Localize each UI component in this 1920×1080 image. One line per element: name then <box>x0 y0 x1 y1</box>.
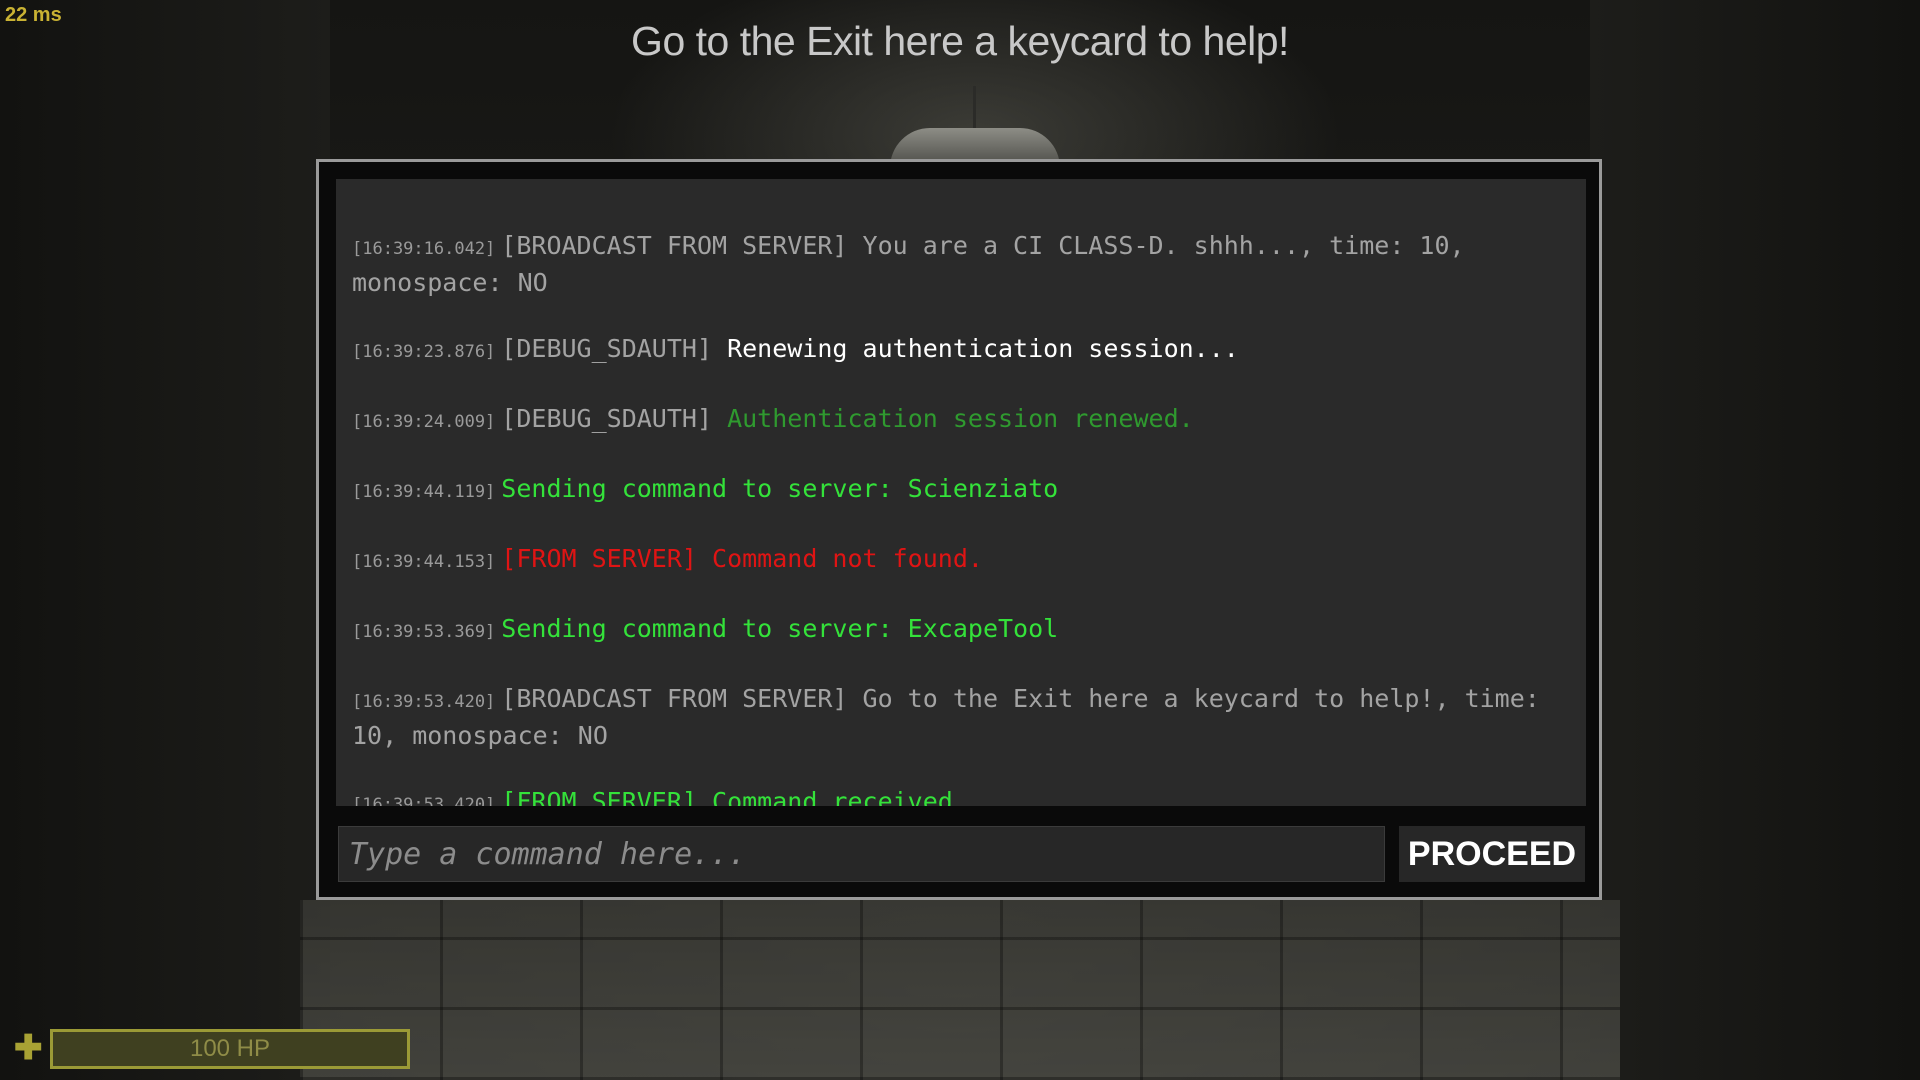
lamp-cord <box>973 86 976 130</box>
log-timestamp: [16:39:53.369] <box>352 622 496 642</box>
health-label: 100 HP <box>189 1035 271 1062</box>
health-bar: 100 HP <box>50 1029 410 1069</box>
log-timestamp: [16:39:23.876] <box>352 342 496 362</box>
console-log-line: [16:39:16.042] [BROADCAST FROM SERVER] Yo… <box>352 229 1570 299</box>
tiled-floor <box>300 900 1620 1080</box>
remote-admin-console: [16:39:16.042] [BROADCAST FROM SERVER] Yo… <box>316 159 1602 900</box>
console-log-line: [16:39:44.119] Sending command to server:… <box>352 472 1570 509</box>
console-log-line: [16:39:24.009] [DEBUG_SDAUTH] Authenticat… <box>352 402 1570 439</box>
console-log-line: [16:39:44.153] [FROM SERVER] Command not … <box>352 542 1570 579</box>
console-log-line: [16:39:23.876] [DEBUG_SDAUTH] Renewing au… <box>352 332 1570 369</box>
log-message: [FROM SERVER] Command not found. <box>501 544 983 573</box>
log-message: [BROADCAST FROM SERVER] You are a CI CLA… <box>352 231 1465 297</box>
log-timestamp: [16:39:53.420] <box>352 795 496 806</box>
log-timestamp: [16:39:16.042] <box>352 239 496 259</box>
log-message: Renewing authentication session... <box>727 334 1239 363</box>
broadcast-message: Go to the Exit here a keycard to help! <box>631 18 1289 64</box>
log-message: [DEBUG_SDAUTH] <box>501 334 728 363</box>
console-log[interactable]: [16:39:16.042] [BROADCAST FROM SERVER] Yo… <box>336 179 1586 806</box>
log-timestamp: [16:39:44.153] <box>352 552 496 572</box>
log-message: [FROM SERVER] Command received. <box>501 787 968 806</box>
log-timestamp: [16:39:24.009] <box>352 412 496 432</box>
log-message: Authentication session renewed. <box>727 404 1194 433</box>
proceed-button[interactable]: PROCEED <box>1399 826 1585 882</box>
log-timestamp: [16:39:53.420] <box>352 692 496 712</box>
log-timestamp: [16:39:44.119] <box>352 482 496 502</box>
plus-icon: ✚ <box>14 1029 43 1067</box>
left-wall <box>0 0 330 1080</box>
right-wall <box>1590 0 1920 1080</box>
console-log-line: [16:39:53.420] [BROADCAST FROM SERVER] Go… <box>352 682 1570 752</box>
log-message: Sending command to server: ExcapeTool <box>501 614 1059 643</box>
console-log-line: [16:39:53.369] Sending command to server:… <box>352 612 1570 649</box>
log-message: Sending command to server: Scienziato <box>501 474 1059 503</box>
command-input[interactable] <box>338 826 1385 882</box>
log-message: [BROADCAST FROM SERVER] Go to the Exit h… <box>352 684 1540 750</box>
log-message: [DEBUG_SDAUTH] <box>501 404 728 433</box>
console-log-line: [16:39:53.420] [FROM SERVER] Command rece… <box>352 785 1570 806</box>
